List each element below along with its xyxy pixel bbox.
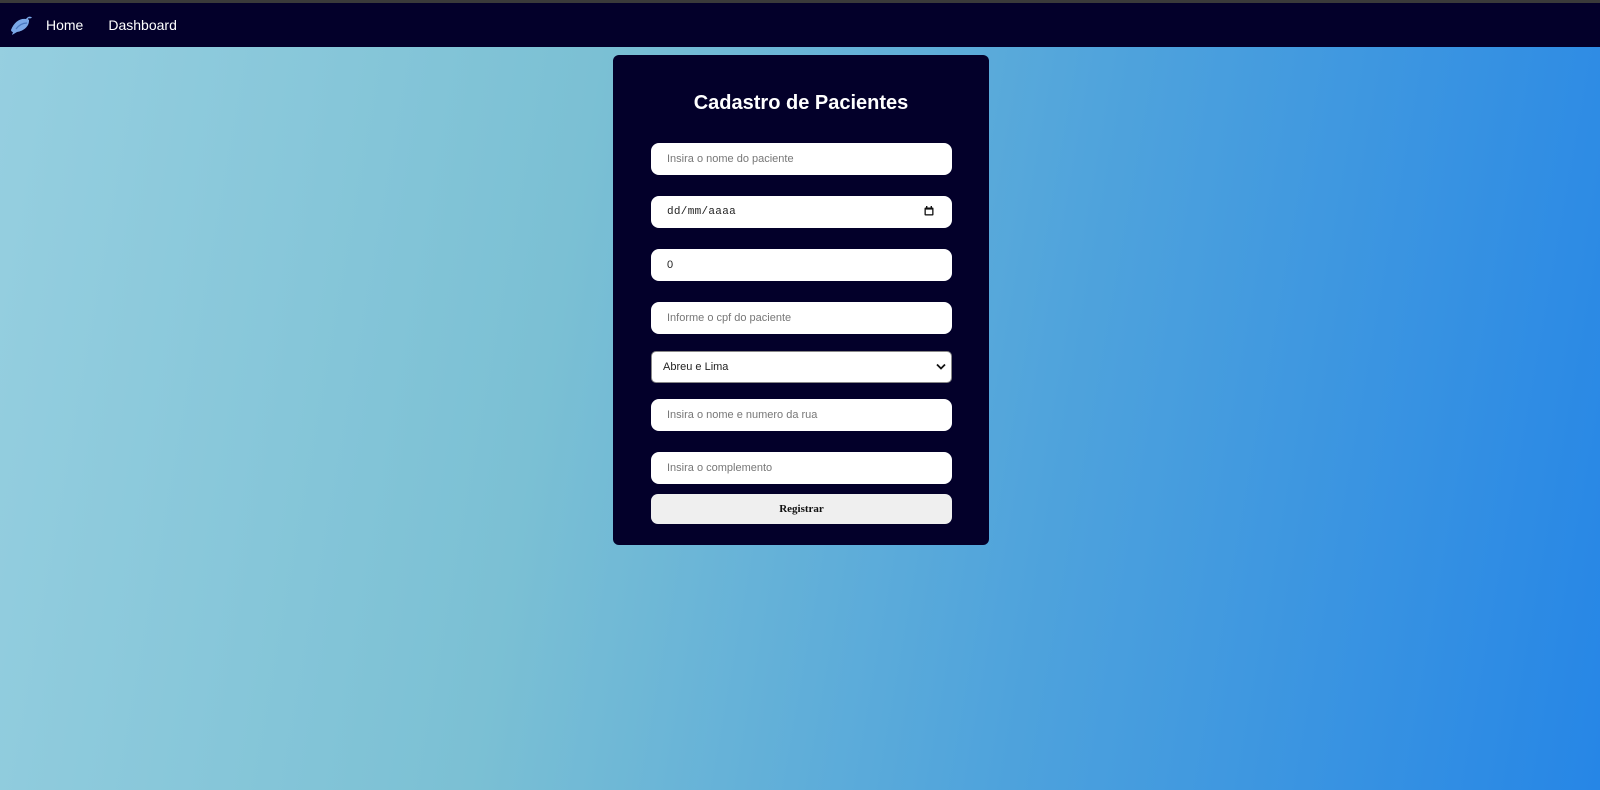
birth-date-input[interactable]: dd/mm/aaaa (651, 196, 952, 228)
street-placeholder: Insira o nome e numero da rua (667, 409, 818, 421)
birth-date-placeholder: dd/mm/aaaa (667, 206, 737, 218)
city-select[interactable]: Abreu e Lima (651, 351, 952, 383)
form-title: Cadastro de Pacientes (693, 92, 909, 114)
bird-icon[interactable] (7, 11, 35, 39)
cpf-placeholder: Informe o cpf do paciente (667, 312, 792, 324)
patient-name-placeholder: Insira o nome do paciente (667, 153, 794, 165)
chevron-down-icon (936, 363, 946, 370)
nav-home-link[interactable]: Home (46, 17, 83, 33)
city-selected-value: Abreu e Lima (663, 361, 729, 373)
complement-input[interactable]: Insira o complemento (651, 452, 952, 484)
patient-name-input[interactable]: Insira o nome do paciente (651, 143, 952, 175)
number-input[interactable]: 0 (651, 249, 952, 281)
street-input[interactable]: Insira o nome e numero da rua (651, 399, 952, 431)
complement-placeholder: Insira o complemento (667, 462, 773, 474)
register-button[interactable]: Registrar (651, 494, 952, 524)
cpf-input[interactable]: Informe o cpf do paciente (651, 302, 952, 334)
navbar: Home Dashboard (0, 3, 1600, 47)
calendar-icon[interactable] (924, 206, 934, 216)
registration-card: Cadastro de Pacientes Insira o nome do p… (613, 55, 989, 545)
number-value: 0 (667, 259, 674, 271)
nav-dashboard-link[interactable]: Dashboard (108, 17, 177, 33)
